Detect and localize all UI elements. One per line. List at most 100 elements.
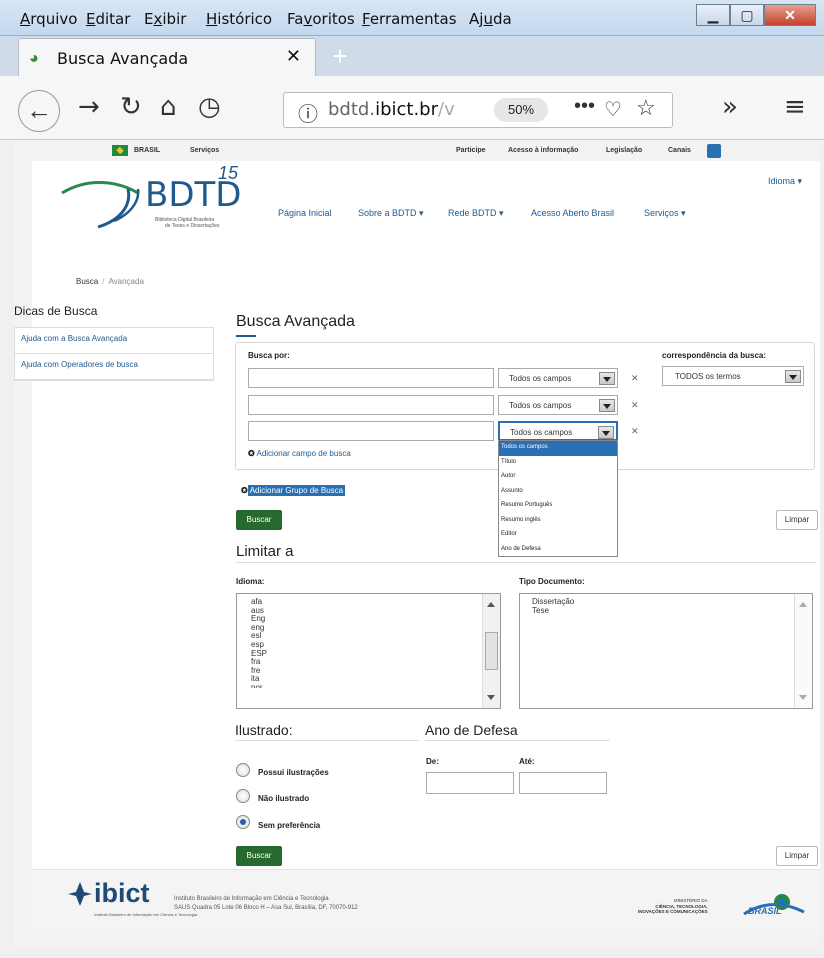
idioma-option[interactable]: eng — [251, 623, 500, 633]
buscar-button-bottom[interactable]: Buscar — [236, 846, 282, 866]
tab-busca-avancada[interactable]: ◕ Busca Avançada ✕ — [18, 38, 316, 76]
hamburger-menu-icon[interactable]: ≡ — [784, 92, 806, 122]
scroll-up-icon[interactable] — [799, 602, 807, 607]
scroll-thumb[interactable] — [485, 632, 498, 670]
idioma-option[interactable]: fra — [251, 658, 500, 667]
home-icon[interactable]: ⌂ — [160, 92, 177, 122]
close-tab-icon[interactable]: ✕ — [286, 46, 301, 67]
ilustrado-heading: Ilustrado: — [235, 722, 293, 738]
ano-ate-input[interactable] — [519, 772, 607, 794]
address-bar[interactable]: ⓘ bdtd.ibict.br/v 50% ••• ♡ ☆ — [283, 92, 673, 128]
gov-legislacao[interactable]: Legislação — [606, 147, 642, 154]
gov-brasil[interactable]: BRASIL — [134, 147, 160, 154]
limpar-button-top[interactable]: Limpar — [776, 510, 818, 530]
gov-canais[interactable]: Canais — [668, 147, 691, 154]
nav-sobre[interactable]: Sobre a BDTD ▾ — [358, 208, 424, 219]
nav-acesso-aberto[interactable]: Acesso Aberto Brasil — [531, 208, 614, 218]
pocket-icon[interactable]: ♡ — [604, 97, 622, 122]
dropdown-option[interactable]: Assunto — [499, 485, 617, 500]
search-term-input-3[interactable] — [248, 421, 494, 441]
idioma-option[interactable]: esl — [251, 632, 500, 641]
add-field-link[interactable]: ✪ Adicionar campo de busca — [248, 449, 351, 458]
brasil-gov-logo[interactable]: BRASIL — [742, 892, 806, 916]
history-icon[interactable]: ◷ — [198, 92, 221, 122]
idioma-option[interactable]: esp — [251, 640, 500, 650]
minimize-icon[interactable]: ▁ — [696, 4, 730, 26]
idioma-listbox[interactable]: afa aus Eng eng esl esp ESP fra fre ita … — [236, 593, 501, 709]
match-select[interactable]: TODOS os termos — [662, 366, 804, 386]
menu-exibir[interactable]: Exibir — [144, 10, 186, 28]
dropdown-option[interactable]: Resumo Português — [499, 499, 617, 514]
idioma-option[interactable]: Eng — [251, 615, 500, 624]
field-select-2[interactable]: Todos os campos — [498, 395, 618, 415]
ibict-logo-text[interactable]: ibict — [94, 878, 150, 909]
ate-label: Até: — [519, 757, 535, 766]
tipo-scrollbar[interactable] — [794, 594, 812, 708]
idioma-option[interactable]: ESP — [251, 649, 500, 659]
idioma-scrollbar[interactable] — [482, 594, 500, 708]
tipo-option[interactable]: Dissertação — [532, 597, 812, 607]
dropdown-option[interactable]: Resumo inglês — [499, 514, 617, 529]
menu-historico[interactable]: Histórico — [206, 10, 272, 28]
idioma-option[interactable]: por — [251, 684, 500, 688]
menu-ferramentas[interactable]: Ferramentas — [362, 10, 457, 28]
dropdown-option[interactable]: Todos os campos — [499, 441, 617, 456]
sidebar-item-ajuda-busca[interactable]: Ajuda com a Busca Avançada — [15, 328, 213, 354]
forward-icon[interactable]: → — [78, 92, 100, 122]
new-tab-icon[interactable]: + — [325, 42, 355, 72]
maximize-icon[interactable]: ▢ — [730, 4, 764, 26]
idioma-menu[interactable]: Idioma ▾ — [768, 176, 802, 187]
sidebar-item-ajuda-operadores[interactable]: Ajuda com Operadores de busca — [15, 354, 213, 380]
remove-field-icon[interactable]: ✕ — [631, 400, 639, 411]
add-group-link[interactable]: ✪ Adicionar Grupo de Busca — [241, 485, 346, 496]
info-icon[interactable]: ⓘ — [298, 98, 318, 127]
radio-nao-ilustrado[interactable] — [236, 789, 250, 803]
reload-icon[interactable]: ↻ — [120, 92, 142, 122]
zoom-level[interactable]: 50% — [494, 98, 548, 122]
gov-participe[interactable]: Participe — [456, 147, 486, 154]
bdtd-logo[interactable]: BDTD 15 Biblioteca Digital Brasileira de… — [58, 163, 258, 233]
dropdown-option[interactable]: Editor — [499, 528, 617, 543]
nav-servicos[interactable]: Serviços ▾ — [644, 208, 686, 219]
idioma-option[interactable]: afa — [251, 597, 500, 607]
menu-editar[interactable]: Editar — [86, 10, 130, 28]
tipo-documento-listbox[interactable]: Dissertação Tese — [519, 593, 813, 709]
breadcrumb-busca[interactable]: Busca — [76, 277, 98, 286]
dropdown-option[interactable]: Ano de Defesa — [499, 543, 617, 558]
gov-acesso[interactable]: Acesso à informação — [508, 147, 578, 154]
tipo-option[interactable]: Tese — [532, 606, 812, 616]
field-select-1[interactable]: Todos os campos — [498, 368, 618, 388]
close-window-icon[interactable]: ✕ — [764, 4, 816, 26]
scroll-up-icon[interactable] — [487, 602, 495, 607]
menu-arquivo[interactable]: Arquivo — [20, 10, 77, 28]
idioma-option[interactable]: aus — [251, 606, 500, 616]
ano-de-input[interactable] — [426, 772, 514, 794]
accessibility-icon[interactable] — [707, 144, 721, 158]
menu-favoritos[interactable]: Favoritos — [287, 10, 355, 28]
idioma-option[interactable]: ita — [251, 675, 500, 684]
remove-field-icon[interactable]: ✕ — [631, 373, 639, 384]
dropdown-option[interactable]: Autor — [499, 470, 617, 485]
remove-field-icon[interactable]: ✕ — [631, 426, 639, 437]
scroll-down-icon[interactable] — [799, 695, 807, 700]
nav-rede[interactable]: Rede BDTD ▾ — [448, 208, 504, 219]
page-actions-icon[interactable]: ••• — [574, 95, 595, 118]
search-term-input-1[interactable] — [248, 368, 494, 388]
overflow-icon[interactable]: » — [722, 92, 738, 122]
buscar-button-top[interactable]: Buscar — [236, 510, 282, 530]
dropdown-option[interactable]: Título — [499, 456, 617, 471]
nav-pagina-inicial[interactable]: Página Inicial — [278, 208, 332, 218]
back-icon[interactable]: ← — [18, 90, 60, 132]
radio-possui-ilustracoes[interactable] — [236, 763, 250, 777]
plus-circle-icon: ✪ — [241, 486, 248, 495]
menu-ajuda[interactable]: Ajuda — [469, 10, 512, 28]
gov-servicos[interactable]: Serviços — [190, 147, 219, 154]
bookmark-star-icon[interactable]: ☆ — [636, 95, 656, 121]
idioma-option[interactable]: fre — [251, 666, 500, 676]
limpar-button-bottom[interactable]: Limpar — [776, 846, 818, 866]
scroll-down-icon[interactable] — [487, 695, 495, 700]
search-term-input-2[interactable] — [248, 395, 494, 415]
radio-sem-preferencia[interactable] — [236, 815, 250, 829]
field-select-3[interactable]: Todos os campos — [498, 421, 618, 441]
mcti-logo[interactable]: MINISTÉRIO DA CIÊNCIA, TECNOLOGIA, INOVA… — [638, 898, 708, 915]
